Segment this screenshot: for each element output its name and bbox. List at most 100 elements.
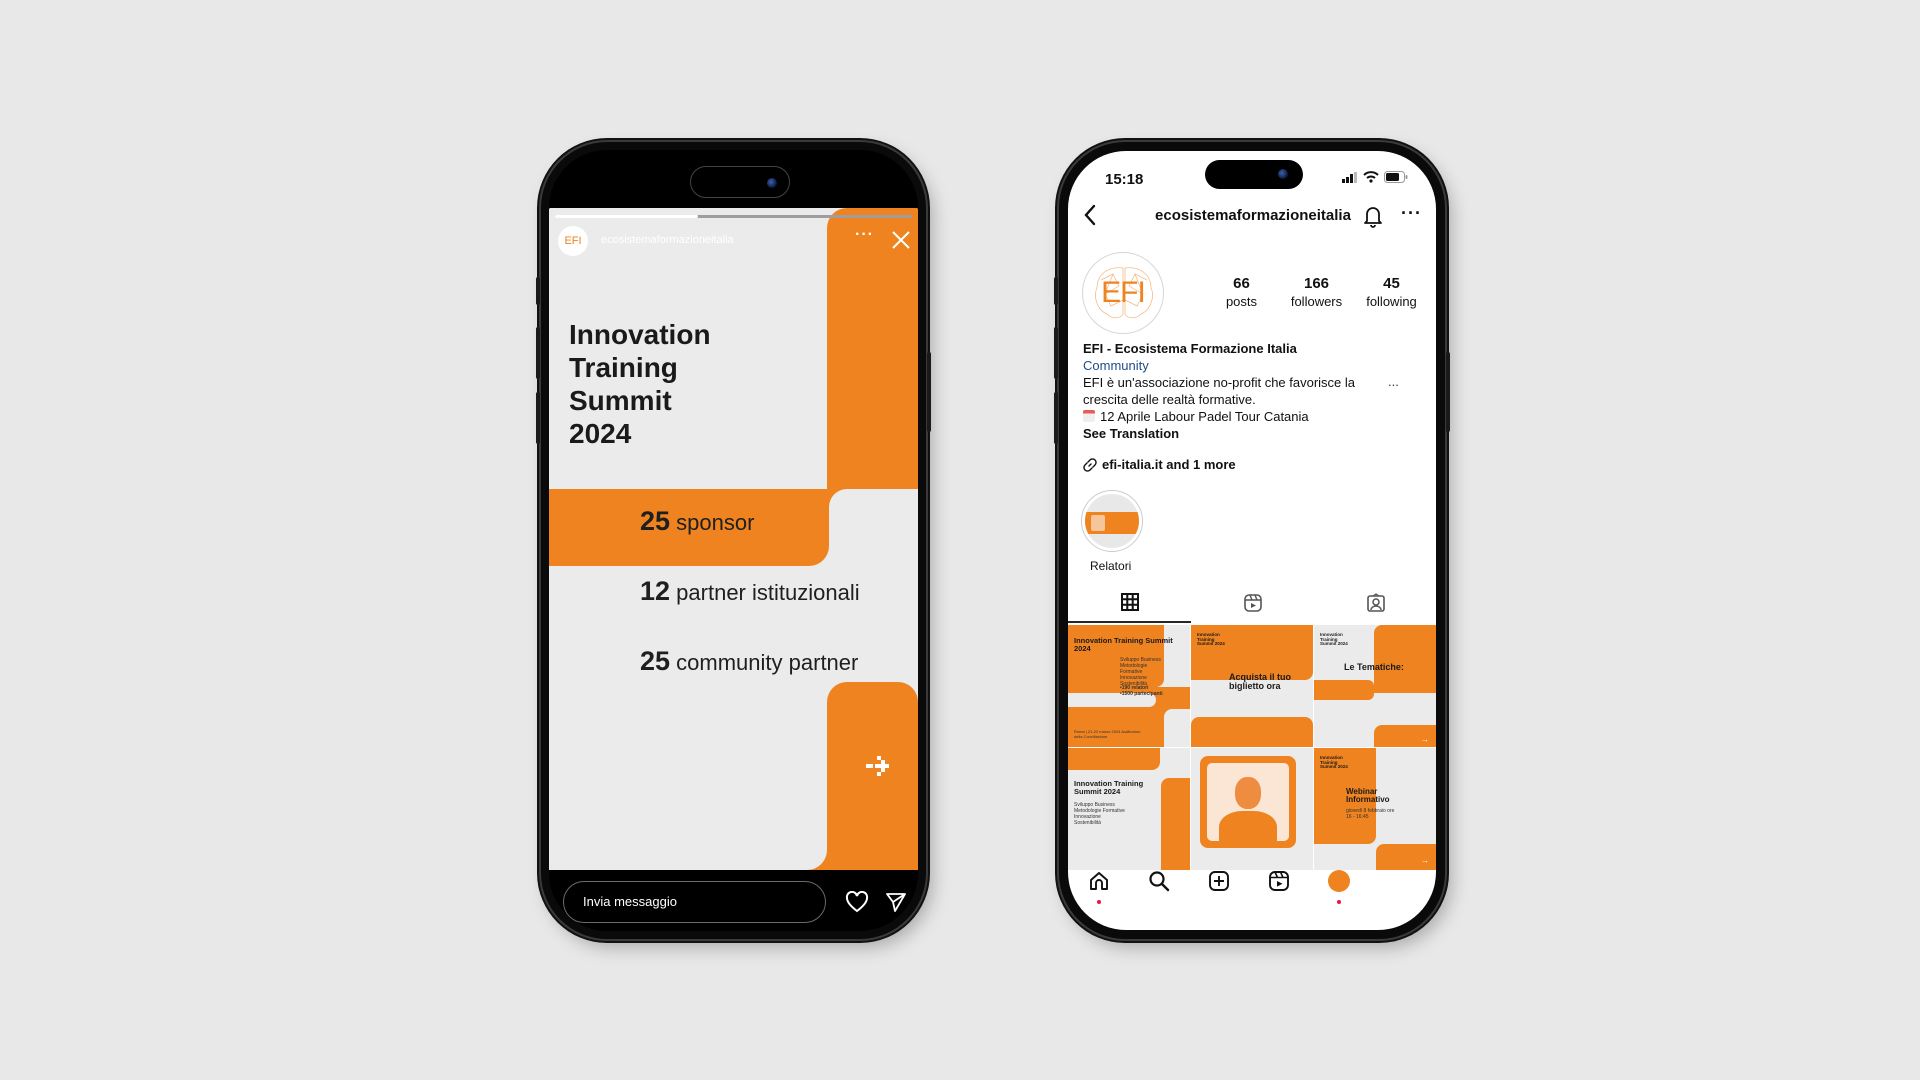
arrow-right-icon[interactable] bbox=[864, 751, 894, 781]
heart-icon[interactable] bbox=[845, 891, 869, 913]
link-text: efi-italia.it and 1 more bbox=[1102, 457, 1236, 472]
tagged-icon bbox=[1366, 593, 1385, 612]
link-icon bbox=[1083, 457, 1097, 472]
see-translation-link[interactable]: See Translation bbox=[1083, 425, 1403, 442]
phone-profile: 15:18 ecosistemaformazioneitalia ··· EFI… bbox=[1054, 142, 1450, 939]
stat-community: 25 community partner bbox=[640, 646, 858, 677]
stat-label: followers bbox=[1290, 294, 1343, 309]
profile-screen: 15:18 ecosistemaformazioneitalia ··· EFI… bbox=[1068, 151, 1436, 930]
phone-power-button bbox=[1446, 352, 1450, 432]
stat-label: posts bbox=[1225, 294, 1258, 309]
signal-icon bbox=[1342, 171, 1357, 183]
plus-square-icon bbox=[1209, 871, 1229, 891]
phone-action-button bbox=[1054, 277, 1058, 305]
post-topics: Sviluppo Business Metodologie Formative In… bbox=[1120, 657, 1166, 687]
decor-shape bbox=[1314, 680, 1374, 700]
post-title: Innovation Training Summit 2024 bbox=[1074, 636, 1173, 653]
stat-number: 12 bbox=[640, 576, 671, 606]
post-tile[interactable]: Innovation Training Summit 2024 Webinar … bbox=[1314, 748, 1436, 870]
phone-power-button bbox=[927, 352, 931, 432]
post-title: Innovation Training Summit 2024 bbox=[1074, 779, 1144, 796]
tab-grid[interactable] bbox=[1068, 583, 1191, 623]
story-progress-bar bbox=[555, 215, 912, 218]
arrow-right-icon: → bbox=[1421, 735, 1429, 744]
nav-home[interactable] bbox=[1085, 867, 1113, 895]
phone-volume-up bbox=[1054, 327, 1058, 379]
stat-label: partner istituzionali bbox=[676, 580, 860, 605]
dynamic-island bbox=[1205, 160, 1303, 189]
profile-link[interactable]: efi-italia.it and 1 more bbox=[1083, 457, 1236, 472]
tab-tagged[interactable] bbox=[1314, 583, 1436, 623]
decor-shape bbox=[549, 808, 827, 870]
stat-followers[interactable]: 166 followers bbox=[1279, 275, 1354, 309]
stat-value: 66 bbox=[1233, 275, 1250, 292]
nav-create[interactable] bbox=[1205, 867, 1233, 895]
phone-story: EFI ecosistemaformazioneitalia ··· Innov… bbox=[536, 142, 931, 939]
phone-action-button bbox=[536, 277, 540, 305]
highlight-label: Relatori bbox=[1090, 559, 1132, 573]
post-tile[interactable]: Innovation Training Summit 2024 Sviluppo… bbox=[1068, 748, 1190, 870]
nav-search[interactable] bbox=[1145, 867, 1173, 895]
status-time: 15:18 bbox=[1105, 171, 1144, 188]
post-footer: Roma | 21-22 marzo 2024 Auditorium della… bbox=[1074, 729, 1141, 739]
status-icons bbox=[1342, 171, 1408, 183]
speaker-photo bbox=[1207, 763, 1289, 841]
story-content[interactable]: EFI ecosistemaformazioneitalia ··· Innov… bbox=[549, 208, 918, 870]
post-tile[interactable]: Innovation Training Summit 2024 Le Temat… bbox=[1314, 625, 1436, 747]
stat-following[interactable]: 45 following bbox=[1354, 275, 1429, 309]
profile-category[interactable]: Community bbox=[1083, 357, 1403, 374]
calendar-icon bbox=[1083, 410, 1095, 422]
post-tile[interactable]: Innovation Training Summit 2024 Sviluppo… bbox=[1068, 625, 1190, 747]
bell-icon[interactable] bbox=[1363, 204, 1383, 228]
stat-label: sponsor bbox=[676, 510, 755, 535]
story-progress-fill bbox=[555, 215, 698, 218]
highlight-relatori[interactable] bbox=[1081, 490, 1143, 552]
post-tile[interactable]: Innovation Training Summit 2024 Acquista… bbox=[1191, 625, 1313, 747]
close-icon[interactable] bbox=[891, 230, 911, 250]
decor-shape bbox=[1161, 778, 1190, 870]
message-input[interactable]: Invia messaggio bbox=[563, 881, 826, 923]
stat-value: 166 bbox=[1303, 275, 1330, 292]
profile-avatar-small bbox=[1328, 870, 1350, 892]
arrow-right-icon: → bbox=[1421, 856, 1429, 865]
stat-posts[interactable]: 66 posts bbox=[1204, 275, 1279, 309]
story-screen: EFI ecosistemaformazioneitalia ··· Innov… bbox=[549, 150, 918, 931]
speaker-head bbox=[1235, 777, 1261, 809]
post-title: Acquista il tuo biglietto ora bbox=[1229, 672, 1292, 692]
stat-value: 45 bbox=[1383, 275, 1400, 292]
grid-icon bbox=[1120, 593, 1139, 611]
send-icon[interactable] bbox=[885, 891, 907, 913]
decor-shape bbox=[1068, 748, 1160, 770]
more-icon[interactable]: ··· bbox=[855, 226, 874, 244]
story-title: Innovation Training Summit 2024 bbox=[569, 318, 711, 450]
nav-reels[interactable] bbox=[1265, 867, 1293, 895]
story-username[interactable]: ecosistemaformazioneitalia bbox=[601, 234, 734, 246]
posts-grid: Innovation Training Summit 2024 Sviluppo… bbox=[1068, 625, 1436, 870]
story-avatar[interactable]: EFI bbox=[558, 226, 588, 256]
post-tile[interactable] bbox=[1191, 748, 1313, 870]
decor-shape bbox=[1191, 717, 1313, 747]
bio-more-button[interactable]: ... bbox=[1388, 374, 1399, 389]
topic: Metodologie Formative bbox=[1120, 663, 1148, 675]
post-header: Innovation Training Summit 2024 bbox=[1320, 632, 1348, 647]
tab-reels[interactable] bbox=[1191, 583, 1314, 623]
more-options-icon[interactable]: ··· bbox=[1401, 203, 1422, 224]
title-line: Innovation bbox=[569, 319, 711, 350]
nav-profile[interactable] bbox=[1325, 867, 1353, 895]
wifi-icon bbox=[1363, 171, 1379, 183]
notification-dot bbox=[1097, 900, 1101, 904]
post-subtitle: giovedì 8 febbraio ore 16 - 16:45 bbox=[1346, 808, 1395, 820]
profile-name: EFI - Ecosistema Formazione Italia bbox=[1083, 341, 1297, 356]
topic: Sostenibilità bbox=[1074, 820, 1101, 826]
title-line: 2024 bbox=[569, 418, 632, 449]
speaker-body bbox=[1219, 811, 1277, 841]
decor-shape bbox=[1374, 625, 1436, 693]
reels-icon bbox=[1243, 594, 1262, 612]
stat-partner: 12 partner istituzionali bbox=[640, 576, 860, 607]
profile-stats: 66 posts 166 followers 45 following bbox=[1204, 275, 1429, 309]
title-line: Training bbox=[569, 352, 678, 383]
decor-shape bbox=[1164, 625, 1190, 687]
battery-icon bbox=[1384, 171, 1408, 183]
profile-avatar[interactable]: EFI bbox=[1082, 252, 1164, 334]
highlight-cover bbox=[1085, 494, 1139, 548]
